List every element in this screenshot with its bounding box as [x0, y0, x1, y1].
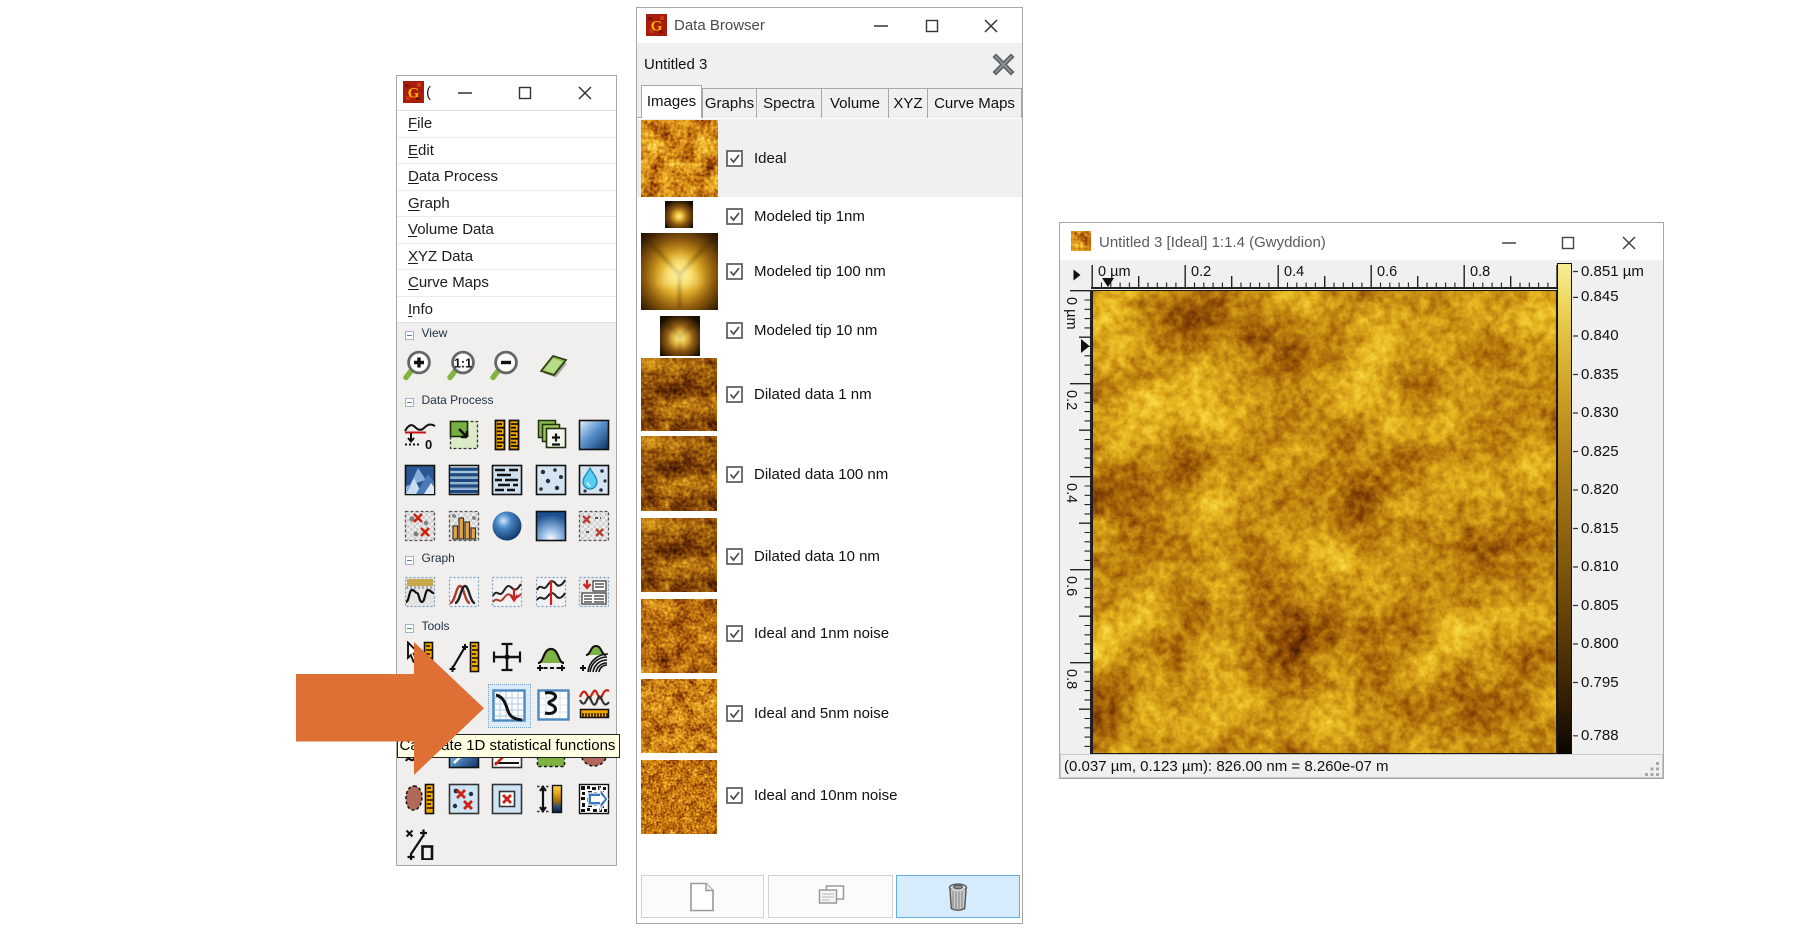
svg-text:0.4: 0.4	[1063, 483, 1079, 503]
svg-text:0 µm: 0 µm	[1063, 297, 1079, 330]
svg-text:1:1: 1:1	[453, 357, 471, 371]
svg-text:0.8: 0.8	[1470, 264, 1490, 280]
svg-text:0.6: 0.6	[1063, 576, 1079, 596]
svg-text:0 µm: 0 µm	[1098, 264, 1131, 280]
svg-text:0.2: 0.2	[1063, 390, 1079, 410]
svg-text:0.6: 0.6	[1377, 264, 1397, 280]
svg-text:G: G	[408, 86, 420, 102]
svg-text:0: 0	[425, 437, 432, 451]
svg-text:0.8: 0.8	[1063, 669, 1079, 689]
svg-text:G: G	[651, 19, 663, 35]
svg-text:0.4: 0.4	[1284, 264, 1304, 280]
svg-text:0.2: 0.2	[1191, 264, 1211, 280]
